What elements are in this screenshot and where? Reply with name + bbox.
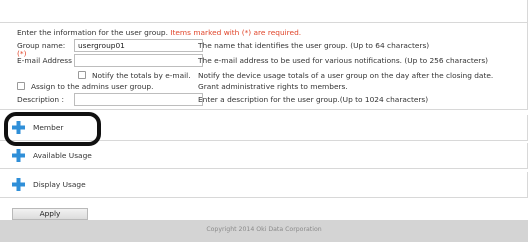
admin-description: Grant administrative rights to members. [198, 82, 348, 91]
top-panel [0, 0, 528, 23]
notify-option[interactable]: Notify the totals by e-mail. [78, 71, 191, 80]
description-label: Description : [17, 95, 64, 104]
description-input[interactable] [74, 93, 203, 106]
admin-checkbox[interactable] [17, 82, 25, 90]
footer: Copyright 2014 Oki Data Corporation [0, 220, 528, 242]
group-name-row: Group name: (*) The name that identifies… [17, 39, 522, 58]
description-row: Description : Enter a description for th… [17, 93, 522, 108]
plus-icon[interactable] [12, 178, 25, 191]
highlight-outline [4, 112, 101, 146]
notify-label: Notify the totals by e-mail. [92, 71, 191, 80]
intro-text: Enter the information for the user group… [17, 28, 171, 37]
section-display-usage[interactable]: Display Usage [0, 172, 528, 198]
section-title: Display Usage [33, 180, 86, 189]
admin-label: Assign to the admins user group. [31, 82, 154, 91]
required-note: Items marked with (*) are required. [170, 28, 302, 37]
user-group-form: Enter the information for the user group… [0, 23, 528, 110]
email-label: E-mail Address : [17, 56, 77, 65]
notify-description: Notify the device usage totals of a user… [198, 71, 494, 80]
section-title: Available Usage [33, 151, 92, 160]
email-description: The e-mail address to be used for variou… [198, 56, 489, 65]
apply-button[interactable]: Apply [12, 208, 88, 220]
admin-option[interactable]: Assign to the admins user group. [17, 82, 153, 91]
copyright-text: Copyright 2014 Oki Data Corporation [206, 226, 322, 233]
section-available-usage[interactable]: Available Usage [0, 143, 528, 169]
group-name-input[interactable] [74, 39, 203, 52]
email-row: E-mail Address : The e-mail address to b… [17, 54, 522, 69]
description-help: Enter a description for the user group.(… [198, 95, 429, 104]
plus-icon[interactable] [12, 149, 25, 162]
group-name-description: The name that identifies the user group.… [198, 41, 430, 50]
email-input[interactable] [74, 54, 203, 67]
notify-checkbox[interactable] [78, 71, 86, 79]
form-intro: Enter the information for the user group… [17, 28, 301, 37]
